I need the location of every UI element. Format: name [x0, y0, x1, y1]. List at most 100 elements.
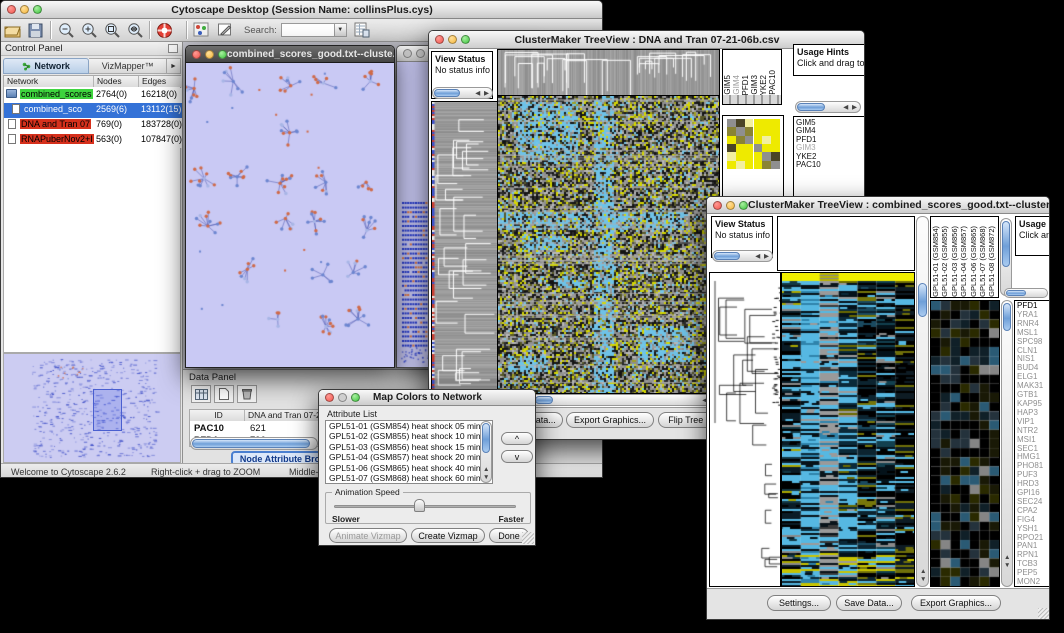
- tv1-detail-heatmap[interactable]: [727, 119, 780, 169]
- attribute-item[interactable]: GPL51-01 (GSM854) heat shock 05 min: [326, 421, 492, 431]
- minimize-button[interactable]: [20, 5, 29, 14]
- birdseye-view[interactable]: [3, 353, 181, 463]
- zoom-button[interactable]: [461, 35, 470, 44]
- close-button[interactable]: [192, 50, 201, 59]
- tv2-row-dendrogram[interactable]: [709, 272, 781, 587]
- tv2-labels-scrollbar[interactable]: [1000, 218, 1012, 296]
- close-button[interactable]: [325, 393, 334, 402]
- zoom-selected-icon[interactable]: [102, 21, 121, 40]
- zoom-fit-icon[interactable]: [125, 21, 144, 40]
- new-attribute-icon[interactable]: [214, 385, 234, 403]
- tv1-col-label: PAC10: [768, 70, 777, 95]
- tv2-save-data-button[interactable]: Save Data...: [836, 595, 902, 611]
- col-network[interactable]: Network: [4, 76, 94, 87]
- tv1-hints-scrollbar[interactable]: ◀ ▶: [795, 101, 861, 113]
- attribute-list[interactable]: GPL51-01 (GSM854) heat shock 05 minGPL51…: [325, 420, 493, 484]
- attribute-item[interactable]: GPL51-06 (GSM865) heat shock 40 min: [326, 463, 492, 473]
- network-canvas-area[interactable]: [186, 63, 394, 367]
- tv2-settings-button[interactable]: Settings...: [767, 595, 831, 611]
- tv1-export-graphics-button[interactable]: Export Graphics...: [566, 412, 654, 428]
- search-input[interactable]: [281, 23, 335, 37]
- speed-slider-track[interactable]: [334, 505, 516, 508]
- main-titlebar[interactable]: Cytoscape Desktop (Session Name: collins…: [1, 1, 602, 19]
- tv1-row-dendrogram[interactable]: [431, 101, 498, 393]
- zoom-button[interactable]: [351, 393, 360, 402]
- network-row[interactable]: RNAPuberNov2+I 563(0) 107847(0): [4, 133, 182, 148]
- float-panel-icon[interactable]: [168, 44, 178, 53]
- attribute-item[interactable]: GPL51-02 (GSM855) heat shock 10 min: [326, 431, 492, 441]
- tv2-gene[interactable]: MON2: [1015, 578, 1050, 587]
- node-attributes-icon[interactable]: [192, 21, 211, 40]
- search-dropdown-icon[interactable]: ▼: [335, 23, 347, 37]
- tv2-column-dendrogram[interactable]: [777, 216, 915, 271]
- attr-row-id[interactable]: PAC10: [194, 423, 224, 434]
- import-table-icon[interactable]: [353, 21, 372, 40]
- tv2-detail-heatmap[interactable]: [930, 300, 1000, 587]
- attr-row-value[interactable]: 621: [250, 423, 266, 434]
- speed-slider-thumb[interactable]: [414, 499, 425, 512]
- tv1-col-label: GIM3: [750, 75, 759, 95]
- zoom-in-icon[interactable]: [79, 21, 98, 40]
- col-nodes[interactable]: Nodes: [94, 76, 139, 87]
- zoom-button[interactable]: [739, 201, 748, 210]
- tab-vizmapper[interactable]: VizMapper™: [89, 58, 167, 74]
- annotation-icon[interactable]: [215, 21, 234, 40]
- tv2-export-graphics-button[interactable]: Export Graphics...: [911, 595, 1001, 611]
- help-lifesaver-icon[interactable]: [155, 21, 174, 40]
- attribute-item[interactable]: GPL51-04 (GSM857) heat shock 20 min: [326, 452, 492, 462]
- attribute-item[interactable]: GPL51-03 (GSM856) heat shock 15 min: [326, 442, 492, 452]
- tv2-global-heatmap[interactable]: [781, 272, 915, 587]
- birdseye-canvas[interactable]: [4, 354, 180, 462]
- resize-grip[interactable]: [522, 532, 534, 544]
- mini-heatmap-cell: [771, 152, 780, 160]
- tv1-gene[interactable]: PAC10: [794, 161, 865, 169]
- tv2-status-scrollbar[interactable]: ◀ ▶: [712, 250, 773, 262]
- tv2-genelist-hscrollbar[interactable]: [1004, 288, 1048, 298]
- mini-heatmap-cell: [762, 127, 771, 135]
- zoom-out-icon[interactable]: [56, 21, 75, 40]
- network-row-selected[interactable]: combined_sco 2569(6) 13112(15): [4, 103, 182, 118]
- tv2-genelist-vscrollbar[interactable]: ▲ ▼: [1001, 300, 1013, 587]
- minimize-button[interactable]: [416, 49, 425, 58]
- save-icon[interactable]: [26, 21, 45, 40]
- move-down-button[interactable]: v: [501, 450, 533, 463]
- minimize-button[interactable]: [726, 201, 735, 210]
- trash-icon[interactable]: [237, 385, 257, 403]
- animate-vizmap-button[interactable]: Animate Vizmap: [329, 528, 407, 543]
- close-button[interactable]: [713, 201, 722, 210]
- table-mode-icon[interactable]: [191, 385, 211, 403]
- document-icon: [12, 104, 20, 114]
- treeview2-titlebar[interactable]: ClusterMaker TreeView : combined_scores_…: [707, 197, 1049, 214]
- attribute-item[interactable]: GPL51-07 (GSM868) heat shock 60 min: [326, 473, 492, 483]
- close-button[interactable]: [7, 5, 16, 14]
- tv2-global-vscrollbar[interactable]: ▲ ▼: [916, 216, 929, 587]
- close-button[interactable]: [403, 49, 412, 58]
- network-nodes: 769(0): [96, 119, 140, 129]
- minimize-button[interactable]: [205, 50, 214, 59]
- move-up-button[interactable]: ^: [501, 432, 533, 445]
- network-row[interactable]: combined_scores 2764(0) 16218(0): [4, 88, 182, 103]
- zoom-button[interactable]: [218, 50, 227, 59]
- tv1-global-heatmap[interactable]: [497, 95, 720, 394]
- data-panel-hscrollbar[interactable]: [190, 437, 318, 450]
- network-view-titlebar[interactable]: combined_scores_good.txt--cluste...: [186, 46, 394, 63]
- open-folder-icon[interactable]: [3, 21, 22, 40]
- resize-grip[interactable]: [1038, 608, 1050, 620]
- col-edges[interactable]: Edges: [139, 76, 182, 87]
- birdseye-viewport-rect[interactable]: [93, 389, 122, 431]
- zoom-button[interactable]: [33, 5, 42, 14]
- tv1-status-scrollbar[interactable]: ◀ ▶: [432, 87, 493, 99]
- attribute-list-scrollbar[interactable]: ▲ ▼: [480, 421, 492, 483]
- tv1-zoom-controls[interactable]: [722, 95, 782, 105]
- tab-overflow-arrow[interactable]: ►: [167, 58, 181, 74]
- minimize-button[interactable]: [338, 393, 347, 402]
- minimize-button[interactable]: [448, 35, 457, 44]
- tab-network[interactable]: Network: [3, 58, 89, 74]
- col-id[interactable]: ID: [190, 410, 245, 421]
- create-vizmap-button[interactable]: Create Vizmap: [411, 528, 485, 543]
- close-button[interactable]: [435, 35, 444, 44]
- network-canvas[interactable]: [186, 63, 394, 368]
- dialog-titlebar[interactable]: Map Colors to Network: [319, 390, 535, 406]
- network-row[interactable]: DNA and Tran 07 769(0) 183728(0): [4, 118, 182, 133]
- tv1-column-dendrogram[interactable]: [497, 49, 720, 96]
